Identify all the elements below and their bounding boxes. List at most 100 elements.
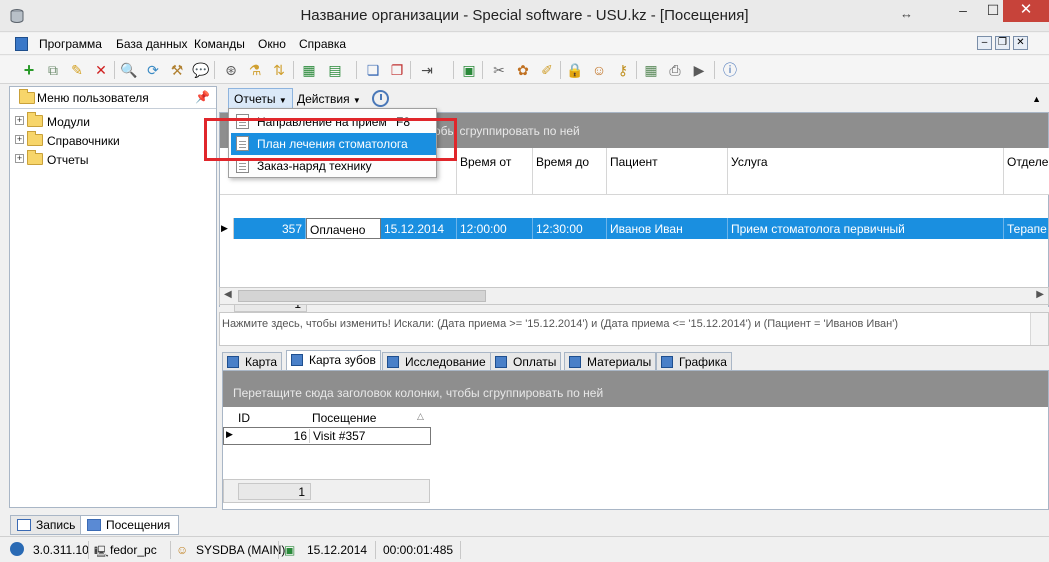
toolbar-separator (114, 61, 115, 79)
footer-count: 1 (238, 483, 311, 500)
cell-date[interactable]: 15.12.2014 (381, 218, 457, 239)
keys-icon[interactable]: ⚷ (614, 61, 632, 79)
pin-icon[interactable]: 📌 (195, 90, 210, 104)
minimize-button[interactable]: – (949, 0, 977, 22)
add-icon[interactable]: + (20, 61, 38, 79)
reports-dropdown[interactable]: Отчеты ▼ (228, 88, 293, 110)
app-menu-icon[interactable] (15, 37, 28, 51)
actions-dropdown[interactable]: Действия ▼ (291, 88, 367, 110)
window-icon (17, 519, 31, 531)
scroll-left-icon[interactable]: ◀ (224, 289, 232, 300)
export-excel-icon[interactable]: ▦ (300, 61, 318, 79)
import-icon[interactable]: ▤ (326, 61, 344, 79)
tree-item-modules[interactable]: + Модули (10, 112, 216, 131)
tab-teeth-card[interactable]: Карта зубов (286, 350, 381, 371)
print-icon[interactable]: ⎙ (666, 61, 684, 79)
tree-item-reports[interactable]: + Отчеты (10, 150, 216, 169)
copy-icon[interactable]: ⧉ (44, 61, 62, 79)
cell-id[interactable]: 16 (238, 429, 310, 443)
cell-time-to[interactable]: 12:30:00 (533, 218, 607, 239)
column-header-visit[interactable]: Посещение (312, 411, 376, 425)
chevron-down-icon: ▼ (278, 96, 287, 105)
status-bar: 3.0.311.10 🖳 fedor_pc ☺ SYSDBA (MAIN) ▣ … (0, 536, 1049, 562)
tab-visits[interactable]: Посещения (80, 515, 180, 535)
delete-icon[interactable]: ✕ (92, 61, 110, 79)
menu-commands[interactable]: Команды (194, 37, 245, 51)
actions-label: Действия (297, 92, 350, 106)
horizontal-scrollbar[interactable]: ◀ ▶ (219, 287, 1049, 305)
column-header-service[interactable]: Услуга (728, 148, 1004, 195)
title-bar: Название организации - Special software … (0, 0, 1049, 32)
expand-icon[interactable]: + (15, 135, 24, 144)
sort-icon[interactable]: ⇅ (270, 61, 288, 79)
cell-visit[interactable]: Visit #357 (313, 429, 365, 443)
filter-text[interactable]: Нажмите здесь, чтобы изменить! Искали: (… (222, 318, 898, 330)
paint-icon[interactable]: ✿ (514, 61, 532, 79)
new-window-icon[interactable]: ❏ (364, 61, 382, 79)
users-icon[interactable]: ☺ (590, 61, 608, 79)
table-row[interactable]: ▶ 357 Оплачено 15.12.2014 12:00:00 12:30… (220, 218, 1048, 239)
mdi-minimize-button[interactable]: – (977, 36, 992, 50)
grid-icon[interactable]: ▦ (642, 61, 660, 79)
play-icon[interactable]: ▶ (690, 61, 708, 79)
cell-status[interactable]: Оплачено (306, 218, 381, 239)
filter-bar[interactable]: Нажмите здесь, чтобы изменить! Искали: (… (219, 312, 1049, 346)
filter-icon[interactable]: ⚗ (246, 61, 264, 79)
cell-id[interactable]: 357 (234, 218, 306, 239)
tools2-icon[interactable]: ✂ (490, 61, 508, 79)
column-header-department[interactable]: Отделе (1004, 148, 1049, 195)
scroll-right-icon[interactable]: ▶ (1036, 289, 1044, 300)
tab-graphics[interactable]: Графика (656, 352, 732, 371)
document-tabs: Запись Посещения (0, 512, 1049, 536)
refresh-icon[interactable]: ⟳ (144, 61, 162, 79)
tab-appointments[interactable]: Запись (10, 515, 85, 535)
scroll-up-icon[interactable]: ▲ (1032, 94, 1041, 104)
scroll-thumb[interactable] (238, 290, 486, 302)
tab-research[interactable]: Исследование (382, 352, 491, 371)
toolbar-separator (714, 61, 715, 79)
cell-department[interactable]: Терапе (1004, 218, 1048, 239)
column-header-patient[interactable]: Пациент (607, 148, 728, 195)
close-button[interactable]: ✕ (1003, 0, 1049, 22)
toolbar-separator (410, 61, 411, 79)
group-by-band[interactable]: Перетащите сюда заголовок колонки, чтобы… (223, 371, 1048, 407)
tree-item-directories[interactable]: + Справочники (10, 131, 216, 150)
cell-service[interactable]: Прием стоматолога первичный (728, 218, 1004, 239)
cell-time-from[interactable]: 12:00:00 (457, 218, 533, 239)
column-header-time-to[interactable]: Время до (533, 148, 607, 195)
folder-icon (27, 150, 43, 165)
clock-icon[interactable] (372, 90, 389, 107)
menu-database[interactable]: База данных (116, 37, 187, 51)
binoculars-icon[interactable]: ⊛ (222, 61, 240, 79)
expand-icon[interactable]: + (15, 116, 24, 125)
folder-icon (27, 131, 43, 146)
column-header-time-from[interactable]: Время от (457, 148, 533, 195)
tab-materials[interactable]: Материалы (564, 352, 657, 371)
calendar-icon[interactable]: ▣ (460, 61, 478, 79)
chat-icon[interactable]: 💬 (192, 61, 210, 79)
expand-icon[interactable]: + (15, 154, 24, 163)
tab-card[interactable]: Карта (222, 352, 283, 371)
table-row[interactable]: ▶ 16 Visit #357 (223, 427, 431, 445)
search-icon[interactable]: 🔍 (120, 61, 138, 79)
tools-icon[interactable]: ⚒ (168, 61, 186, 79)
menu-program[interactable]: Программа (39, 37, 102, 51)
menu-help[interactable]: Справка (299, 37, 346, 51)
info-icon[interactable]: ⓘ (721, 61, 739, 79)
status-separator (88, 541, 89, 559)
toolbar-separator (560, 61, 561, 79)
mdi-close-button[interactable]: ✕ (1013, 36, 1028, 50)
cell-patient[interactable]: Иванов Иван (607, 218, 728, 239)
menu-window[interactable]: Окно (258, 37, 286, 51)
edit-icon[interactable]: ✎ (68, 61, 86, 79)
mdi-restore-button[interactable]: ❐ (995, 36, 1010, 50)
exit-icon[interactable]: ⇥ (418, 61, 436, 79)
tab-payments[interactable]: Оплаты (490, 352, 562, 371)
lock-icon[interactable]: 🔒 (566, 61, 584, 79)
filter-scrollbar[interactable] (1030, 313, 1048, 345)
close-window-icon[interactable]: ❐ (388, 61, 406, 79)
note-icon[interactable]: ✐ (538, 61, 556, 79)
main-toolbar: + ⧉ ✎ ✕ 🔍 ⟳ ⚒ 💬 ⊛ ⚗ ⇅ ▦ ▤ ❏ ❐ ⇥ ▣ ✂ ✿ ✐ … (0, 56, 1049, 84)
column-header-id[interactable]: ID (238, 411, 250, 425)
resize-icon[interactable]: ↔ (900, 6, 913, 21)
